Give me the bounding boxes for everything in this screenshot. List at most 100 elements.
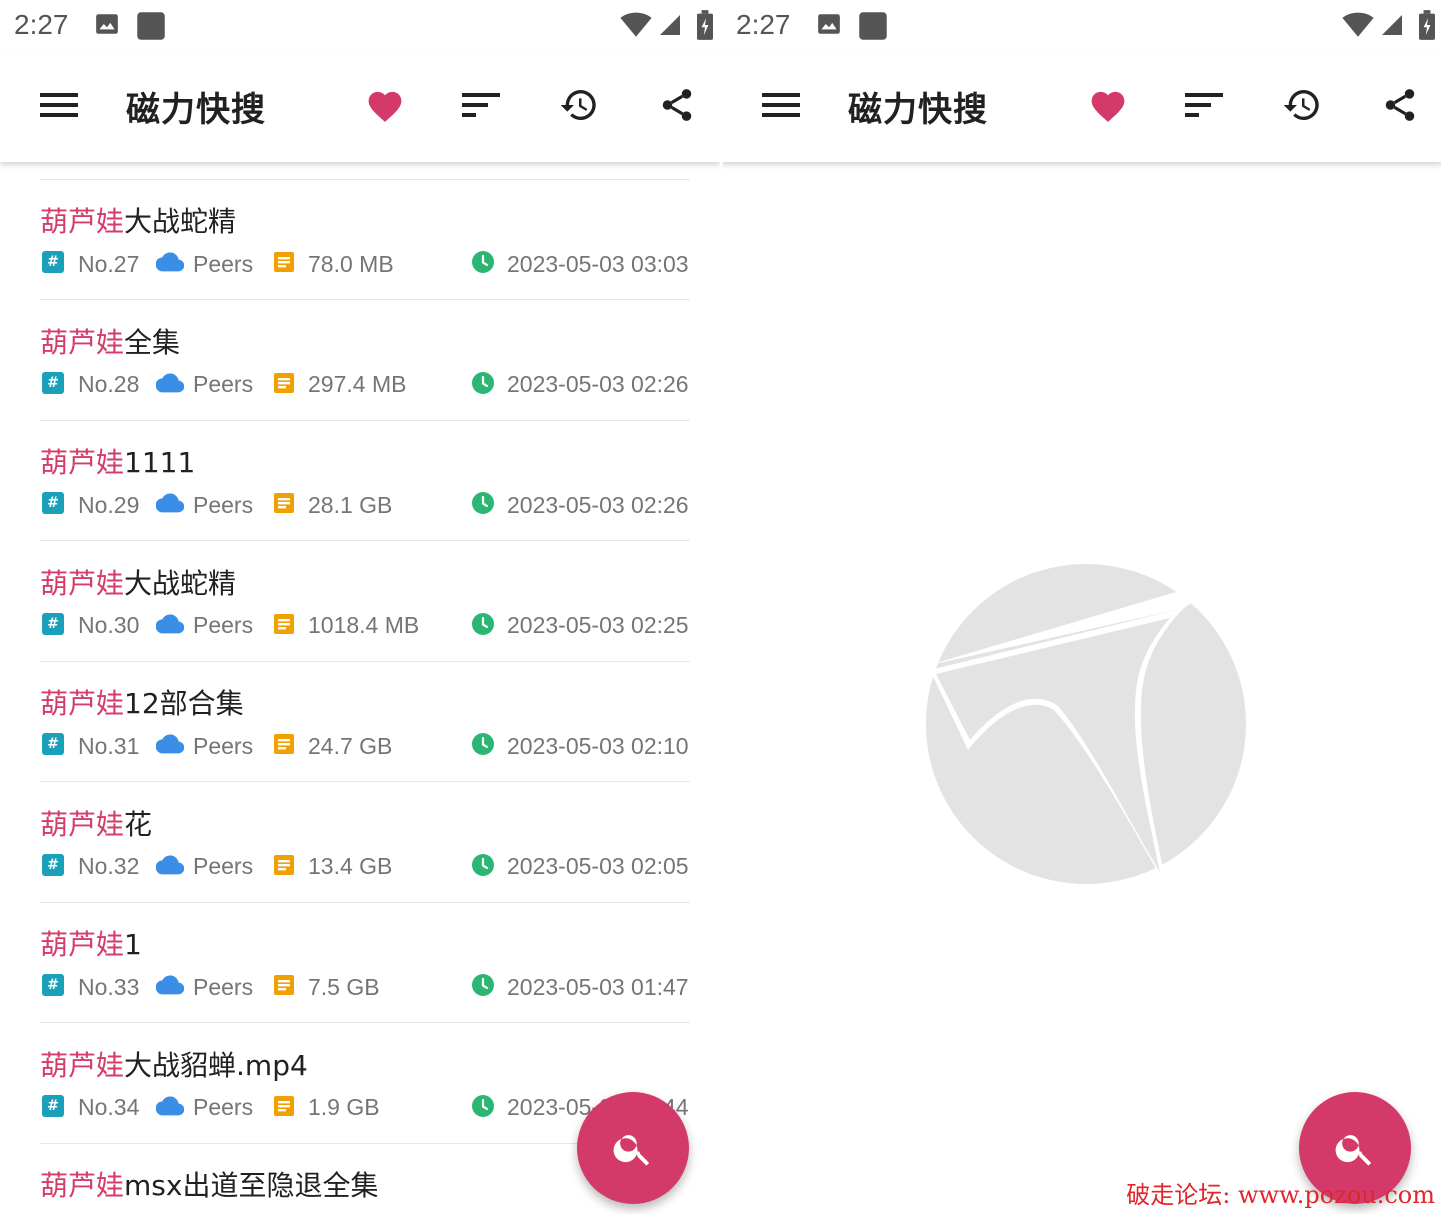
- result-title-rest: 12部合集: [124, 687, 244, 720]
- file-icon: [273, 974, 295, 996]
- app-title: 磁力快搜: [848, 90, 988, 130]
- result-item[interactable]: 葫芦娃1 # No.33 Peers 7.5 GB 2023-05-03 01:47: [40, 903, 690, 1023]
- clock-icon: [471, 612, 495, 636]
- result-number: No.32: [78, 853, 140, 879]
- result-title-rest: 全集: [124, 325, 181, 359]
- sort-icon[interactable]: [1182, 83, 1226, 127]
- search-icon: [1335, 1135, 1372, 1166]
- image-notification-icon: [94, 11, 120, 41]
- result-title-highlight: 葫芦娃: [40, 205, 125, 238]
- clock-icon: [471, 371, 495, 395]
- hash-icon: #: [42, 371, 64, 394]
- result-item[interactable]: 葫芦娃大战蛇精 # No.27 Peers 78.0 MB 2023-05-03 03:0…: [40, 180, 690, 300]
- cloud-icon: [155, 974, 185, 996]
- status-bar: 2:27: [722, 0, 1441, 52]
- result-item[interactable]: 葫芦娃花 # No.32 Peers 13.4 GB 2023-05-03 02:05: [40, 783, 690, 903]
- history-icon[interactable]: [557, 83, 601, 127]
- history-icon[interactable]: [1280, 83, 1324, 127]
- result-date: 2023-05-03 03:03: [507, 250, 689, 277]
- result-source: Peers: [193, 491, 254, 518]
- result-number: No.31: [78, 732, 140, 759]
- app-bar: 磁力快搜: [722, 52, 1441, 162]
- result-item[interactable]: 葫芦娃全集 # No.28 Peers 297.4 MB 2023-05-03 02:26: [40, 301, 690, 421]
- clock-icon: [471, 973, 495, 997]
- result-title-rest: 大战蛇精: [124, 205, 237, 238]
- cell-signal-icon: [1380, 12, 1404, 42]
- hash-icon: #: [42, 733, 64, 755]
- search-icon: [613, 1135, 650, 1166]
- result-number: No.34: [78, 1094, 140, 1120]
- heart-icon[interactable]: [363, 83, 407, 127]
- result-source: Peers: [193, 853, 254, 879]
- result-size: 28.1 GB: [308, 491, 393, 518]
- watermark: 破走论坛: www.pozou.com: [1126, 1181, 1435, 1209]
- result-size: 13.4 GB: [308, 853, 393, 879]
- hash-icon: #: [42, 1094, 64, 1117]
- result-title: 葫芦娃msx出道至隐退全集: [40, 1164, 378, 1204]
- result-size: 297.4 MB: [308, 371, 407, 397]
- wifi-icon: [1342, 12, 1374, 42]
- result-title: 葫芦娃大战蛇精: [40, 562, 236, 602]
- result-title-highlight: 葫芦娃: [40, 1048, 125, 1082]
- result-title-rest: 大战貂蝉.mp4: [124, 1048, 308, 1082]
- result-size: 1018.4 MB: [308, 612, 420, 638]
- cloud-icon: [155, 854, 185, 876]
- screen-results: 2:27 磁力快搜 葫芦娃大战蛇精 # No.27 Peers 78.0 MB …: [0, 0, 720, 1214]
- result-title: 葫芦娃1111: [40, 441, 195, 481]
- result-title-highlight: 葫芦娃: [40, 928, 125, 961]
- result-date: 2023-05-03 02:26: [507, 491, 689, 518]
- result-number: No.30: [78, 612, 140, 638]
- result-title-rest: 1: [124, 928, 142, 961]
- heart-icon[interactable]: [1086, 83, 1130, 127]
- result-title-rest: msx出道至隐退全集: [124, 1169, 379, 1202]
- app-notification-icon: [858, 11, 888, 45]
- cloud-icon: [155, 733, 185, 755]
- file-icon: [273, 492, 295, 514]
- result-number: No.29: [78, 491, 140, 518]
- cloud-icon: [155, 1095, 185, 1117]
- clock-icon: [471, 491, 495, 515]
- result-title: 葫芦娃1: [40, 923, 142, 963]
- cloud-icon: [155, 492, 185, 514]
- app-title: 磁力快搜: [126, 90, 266, 130]
- result-item[interactable]: 葫芦娃1111 # No.29 Peers 28.1 GB 2023-05-03 02:2…: [40, 421, 690, 541]
- cloud-icon: [155, 372, 185, 394]
- hash-icon: #: [42, 251, 64, 273]
- result-title-rest: 花: [124, 807, 153, 841]
- battery-icon: [1419, 10, 1435, 44]
- empty-state-logo-icon: [926, 564, 1246, 890]
- clock-icon: [471, 853, 495, 877]
- file-icon: [273, 372, 295, 394]
- file-icon: [273, 251, 295, 273]
- result-source: Peers: [193, 973, 254, 1000]
- result-item[interactable]: 葫芦娃大战蛇精 # No.30 Peers 1018.4 MB 2023-05-03 02…: [40, 542, 690, 662]
- cell-signal-icon: [658, 12, 682, 42]
- result-size: 1.9 GB: [308, 1094, 380, 1120]
- file-icon: [273, 733, 295, 755]
- status-time: 2:27: [14, 9, 69, 40]
- result-list: 葫芦娃大战蛇精 # No.27 Peers 78.0 MB 2023-05-03 03:0…: [0, 162, 720, 1214]
- result-source: Peers: [193, 612, 254, 638]
- file-icon: [273, 1095, 295, 1117]
- hash-icon: #: [42, 974, 64, 996]
- menu-icon[interactable]: [759, 83, 803, 127]
- result-item[interactable]: 葫芦娃12部合集 # No.31 Peers 24.7 GB 2023-05-03 02:…: [40, 662, 690, 782]
- result-number: No.33: [78, 973, 140, 1000]
- share-icon[interactable]: [655, 83, 699, 127]
- result-source: Peers: [193, 1094, 254, 1120]
- share-icon[interactable]: [1378, 83, 1422, 127]
- cloud-icon: [155, 251, 185, 273]
- file-icon: [273, 854, 295, 876]
- result-source: Peers: [193, 250, 254, 277]
- search-fab[interactable]: [577, 1092, 689, 1204]
- result-source: Peers: [193, 732, 254, 759]
- menu-icon[interactable]: [37, 83, 81, 127]
- result-title-highlight: 葫芦娃: [40, 446, 125, 479]
- result-title: 葫芦娃12部合集: [40, 682, 244, 722]
- result-date: 2023-05-03 01:47: [507, 973, 689, 1000]
- result-title: 葫芦娃大战貂蝉.mp4: [40, 1044, 308, 1084]
- result-title-rest: 1111: [124, 446, 196, 479]
- result-title-highlight: 葫芦娃: [40, 325, 125, 359]
- result-title: 葫芦娃花: [40, 803, 152, 843]
- sort-icon[interactable]: [459, 83, 503, 127]
